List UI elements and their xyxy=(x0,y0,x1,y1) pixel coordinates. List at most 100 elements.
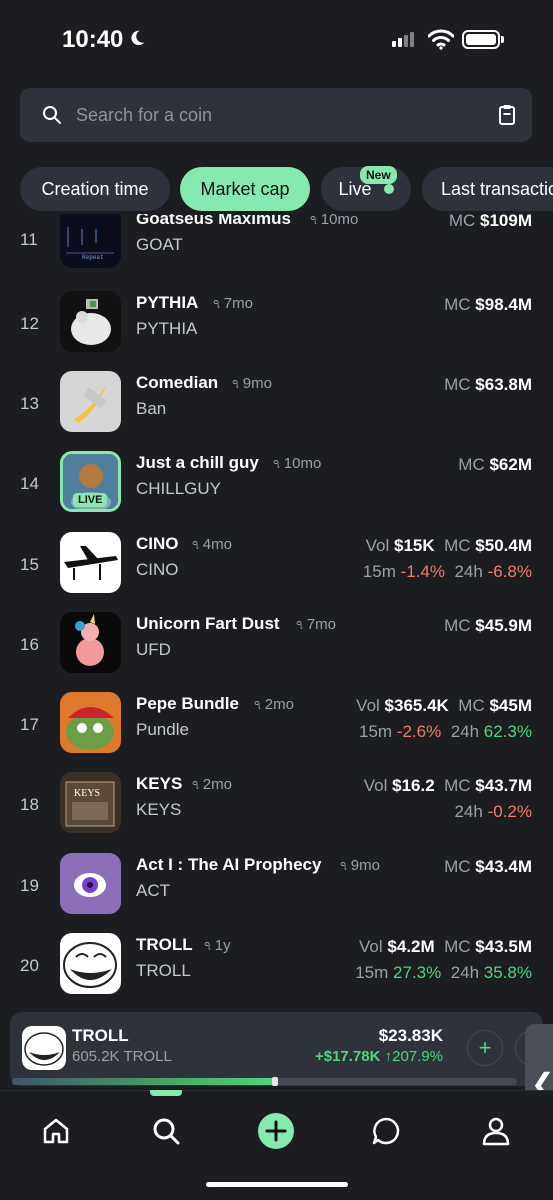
coin-ticker: GOAT xyxy=(136,235,183,254)
holding-avatar xyxy=(22,1026,66,1070)
coin-age-value: 4mo xyxy=(202,536,232,553)
h24-label: 24h xyxy=(454,562,483,581)
keys-machine-icon: KEYS xyxy=(65,781,115,827)
filter-market-cap[interactable]: Market cap xyxy=(180,167,310,211)
coin-row[interactable]: 16 Unicorn Fart Dust ঀ 7mo UFD MC $45.9M xyxy=(0,612,553,692)
mc-label: MC xyxy=(444,375,471,394)
coin-market-cap: MC $43.4M xyxy=(444,857,532,877)
mc-label: MC xyxy=(444,937,471,956)
coin-name: Unicorn Fart Dust xyxy=(136,614,280,633)
mc-label: MC xyxy=(444,776,471,795)
buy-button[interactable]: + xyxy=(467,1030,503,1066)
mc-label: MC xyxy=(444,295,471,314)
mc-label: MC xyxy=(458,455,485,474)
filter-last-transaction[interactable]: Last transaction xyxy=(422,167,553,211)
trollface-icon xyxy=(24,1032,64,1066)
coin-list: 11 Repeat Goatseus Maximus ঀ 10mo GOAT MC… xyxy=(0,214,553,1012)
clipboard-icon[interactable] xyxy=(498,104,516,126)
coin-row[interactable]: 20 TROLL ঀ 1y TROLL Vol $4.2M MC $43.5M 1… xyxy=(0,933,553,1012)
coin-ticker: UFD xyxy=(136,640,171,659)
coin-rank: 19 xyxy=(20,876,39,895)
mc-value: $43.7M xyxy=(475,776,532,795)
filter-creation-time[interactable]: Creation time xyxy=(20,167,170,211)
coin-avatar xyxy=(60,933,121,994)
m15-label: 15m xyxy=(359,722,393,741)
m15-label: 15m xyxy=(362,562,396,581)
holding-name: TROLL xyxy=(72,1026,129,1045)
tab-create[interactable] xyxy=(256,1111,296,1151)
coin-row[interactable]: 19 Act I : The AI Prophecy ঀ 9mo ACT MC $… xyxy=(0,853,553,933)
coin-age-value: 7mo xyxy=(223,295,253,312)
coin-age: ঀ 2mo xyxy=(192,776,232,793)
anime-eye-icon xyxy=(60,853,121,914)
coin-age-value: 7mo xyxy=(306,616,336,633)
coin-avatar xyxy=(60,612,121,673)
sprout-icon: ঀ xyxy=(340,857,347,874)
coin-row[interactable]: 11 Repeat Goatseus Maximus ঀ 10mo GOAT MC… xyxy=(0,214,553,287)
vol-label: Vol xyxy=(359,937,383,956)
coin-age-value: 1y xyxy=(214,937,231,954)
m15-label: 15m xyxy=(355,963,389,982)
sprout-icon: ঀ xyxy=(204,937,211,954)
vol-value: $365.4K xyxy=(384,696,449,715)
pepe-icon xyxy=(66,707,114,750)
profile-icon xyxy=(482,1117,510,1146)
tab-search[interactable] xyxy=(146,1111,186,1151)
mc-value: $109M xyxy=(480,214,532,230)
status-time: 10:40 xyxy=(62,26,124,53)
coin-rank: 17 xyxy=(20,715,39,734)
mc-value: $43.5M xyxy=(475,937,532,956)
h24-label: 24h xyxy=(450,722,480,741)
m15-value: -1.4% xyxy=(400,562,446,581)
holding-progress-bar xyxy=(12,1078,517,1085)
coin-row[interactable]: 18 KEYS KEYS ঀ 2mo KEYS Vol $16.2 MC $43.… xyxy=(0,772,553,852)
chat-icon xyxy=(372,1117,400,1145)
holding-pnl: +$17.78K ↑207.9% xyxy=(315,1048,443,1065)
home-indicator xyxy=(206,1182,348,1187)
signal-icon xyxy=(392,31,414,47)
coin-row[interactable]: 15 CINO ঀ 4mo CINO Vol $15K MC $50.4M 15m… xyxy=(0,532,553,612)
sprout-icon: ঀ xyxy=(310,214,317,228)
coin-age: ঀ 10mo xyxy=(273,455,321,472)
mc-label: MC xyxy=(444,857,471,876)
coin-row[interactable]: 14 LIVE Just a chill guy ঀ 10mo CHILLGUY … xyxy=(0,451,553,531)
filter-label: Last transaction xyxy=(441,178,553,199)
coin-name: Pepe Bundle xyxy=(136,694,239,713)
holding-card[interactable]: TROLL 605.2K TROLL $23.83K +$17.78K ↑207… xyxy=(10,1012,551,1086)
coin-row[interactable]: 17 Pepe Bundle ঀ 2mo Pundle Vol $365.4K M… xyxy=(0,692,553,772)
tab-chat[interactable] xyxy=(366,1111,406,1151)
battery-icon xyxy=(462,30,500,49)
h24-label: 24h xyxy=(454,802,483,821)
tab-home[interactable] xyxy=(36,1111,76,1151)
coin-changes: 15m -1.4% 24h -6.8% xyxy=(363,562,532,582)
coin-rank: 11 xyxy=(20,230,38,249)
coin-row[interactable]: 13 Comedian ঀ 9mo Ban MC $63.8M xyxy=(0,371,553,451)
coin-market-cap: MC $62M xyxy=(458,455,532,475)
vol-label: Vol xyxy=(356,696,380,715)
mc-value: $45M xyxy=(489,696,532,715)
rat-avatar-icon xyxy=(71,299,111,345)
m15-value: -2.6% xyxy=(396,722,442,741)
coin-rank: 14 xyxy=(20,474,39,493)
coin-age: ঀ 10mo xyxy=(310,214,358,228)
mc-label: MC xyxy=(444,616,471,635)
trollface-icon xyxy=(63,942,117,988)
coin-ticker: CHILLGUY xyxy=(136,479,222,498)
coin-stats: Vol $4.2M MC $43.5M xyxy=(359,937,532,957)
coin-stats: Vol $365.4K MC $45M xyxy=(356,696,532,716)
mc-value: $63.8M xyxy=(475,375,532,394)
search-bar xyxy=(20,88,532,142)
search-input[interactable] xyxy=(76,88,476,142)
coin-avatar xyxy=(60,692,121,753)
active-tab-indicator xyxy=(150,1090,182,1096)
coin-avatar: Repeat xyxy=(60,214,121,268)
coin-row[interactable]: 12 PYTHIA ঀ 7mo PYTHIA MC $98.4M xyxy=(0,291,553,371)
coin-stats: Vol $16.2 MC $43.7M xyxy=(364,776,532,796)
holding-pnl-value: +$17.78K xyxy=(314,1048,381,1065)
coin-age: ঀ 9mo xyxy=(340,857,380,874)
home-icon xyxy=(43,1118,69,1144)
coin-ticker: Ban xyxy=(136,399,167,418)
tab-profile[interactable] xyxy=(476,1111,516,1151)
sprout-icon: ঀ xyxy=(232,375,239,392)
goat-terminal-icon: Repeat xyxy=(66,227,114,261)
